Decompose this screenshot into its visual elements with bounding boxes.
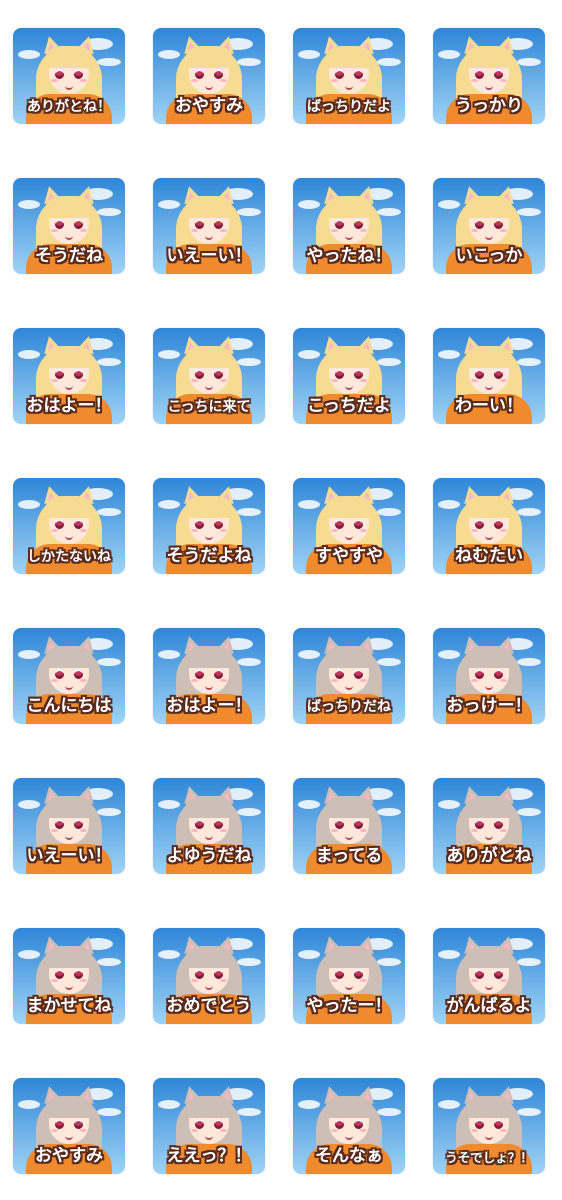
sticker-caption: すやすや [315, 546, 383, 566]
sticker-caption: おっけー！ [446, 696, 532, 716]
sticker-caption: おやすみ [35, 1146, 103, 1166]
sticker-tile[interactable]: まかせてね [13, 928, 125, 1024]
sticker-tile[interactable]: おはよー！ [13, 328, 125, 424]
sticker-caption: ばっちりだね [307, 699, 391, 715]
sticker-tile[interactable]: わーい！ [433, 328, 545, 424]
sticker-caption: しかたないね [27, 549, 111, 565]
sticker-tile[interactable]: すやすや [293, 478, 405, 574]
sticker-tile[interactable]: おめでとう [153, 928, 265, 1024]
sticker-tile[interactable]: ありがとね！ [13, 28, 125, 124]
sticker-caption: こんにちは [26, 696, 112, 716]
sticker-caption: ねむたい [455, 546, 523, 566]
sticker-caption: がんばるよ [446, 996, 532, 1016]
sticker-caption: おはよー！ [166, 696, 252, 716]
sticker-caption: ありがとね [446, 846, 532, 866]
sticker-caption: やったね！ [306, 246, 392, 266]
sticker-caption: よゆうだね [166, 846, 252, 866]
sticker-tile[interactable]: まってる [293, 778, 405, 874]
sticker-tile[interactable]: そうだね [13, 178, 125, 274]
sticker-caption: ええっ？！ [166, 1146, 252, 1166]
sticker-tile[interactable]: こんにちは [13, 628, 125, 724]
sticker-caption: こっちだよ [307, 396, 391, 416]
sticker-caption: そうだね [35, 246, 103, 266]
sticker-tile[interactable]: おはよー！ [153, 628, 265, 724]
sticker-tile[interactable]: いこっか [433, 178, 545, 274]
sticker-caption: そうだよね [166, 546, 252, 566]
sticker-tile[interactable]: ありがとね [433, 778, 545, 874]
sticker-tile[interactable]: よゆうだね [153, 778, 265, 874]
sticker-caption: おはよー！ [26, 396, 112, 416]
sticker-tile[interactable]: そうだよね [153, 478, 265, 574]
sticker-tile[interactable]: おっけー！ [433, 628, 545, 724]
sticker-tile[interactable]: がんばるよ [433, 928, 545, 1024]
sticker-caption: ありがとね！ [27, 99, 111, 115]
sticker-tile[interactable]: こっちだよ [293, 328, 405, 424]
sticker-tile[interactable]: いえーい！ [13, 778, 125, 874]
sticker-caption: うっかり [455, 96, 523, 116]
sticker-tile[interactable]: ばっちりだね [293, 628, 405, 724]
sticker-tile[interactable]: ばっちりだよ [293, 28, 405, 124]
sticker-tile[interactable]: うっかり [433, 28, 545, 124]
sticker-caption: いこっか [455, 246, 523, 266]
sticker-caption: わーい！ [455, 396, 523, 416]
sticker-caption: こっちに来て [167, 399, 251, 415]
sticker-tile[interactable]: おやすみ [153, 28, 265, 124]
sticker-tile[interactable]: おやすみ [13, 1078, 125, 1174]
sticker-caption: まかせてね [26, 996, 112, 1016]
sticker-tile[interactable]: やったね！ [293, 178, 405, 274]
sticker-caption: まってる [315, 846, 383, 866]
sticker-tile[interactable]: ええっ？！ [153, 1078, 265, 1174]
sticker-caption: やったー！ [306, 996, 392, 1016]
sticker-caption: いえーい！ [166, 246, 252, 266]
sticker-tile[interactable]: うそでしょ？！ [433, 1078, 545, 1174]
sticker-tile[interactable]: いえーい！ [153, 178, 265, 274]
sticker-tile[interactable]: ねむたい [433, 478, 545, 574]
sticker-caption: おやすみ [175, 96, 243, 116]
sticker-grid: ありがとね！ おやすみ ばっちりだよ うっかり そうだね いえーい！ やったね！ いこっか おは… [0, 0, 562, 1200]
sticker-caption: ばっちりだよ [307, 99, 391, 115]
sticker-caption: うそでしょ？！ [445, 1150, 533, 1165]
sticker-caption: そんなぁ [315, 1146, 383, 1166]
sticker-tile[interactable]: しかたないね [13, 478, 125, 574]
sticker-tile[interactable]: こっちに来て [153, 328, 265, 424]
sticker-tile[interactable]: やったー！ [293, 928, 405, 1024]
sticker-caption: いえーい！ [26, 846, 112, 866]
sticker-caption: おめでとう [166, 996, 252, 1016]
sticker-tile[interactable]: そんなぁ [293, 1078, 405, 1174]
